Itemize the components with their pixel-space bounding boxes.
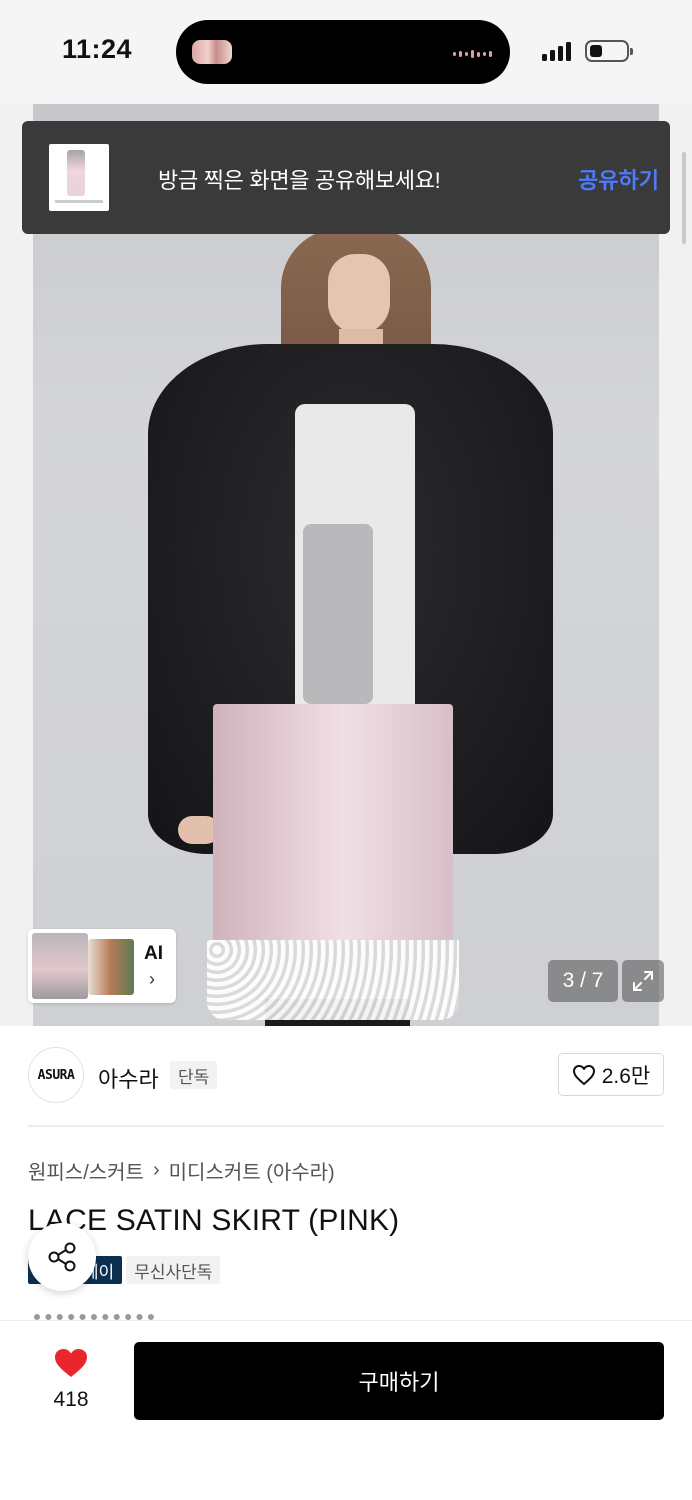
- wishlist-count: 418: [53, 1388, 89, 1411]
- toast-message: 방금 찍은 화면을 공유해보세요!: [158, 168, 441, 193]
- breadcrumb-subcategory[interactable]: 미디스커트 (아수라): [169, 1156, 335, 1185]
- heart-outline-icon: [572, 1064, 595, 1085]
- toast-share-button[interactable]: 공유하기: [578, 163, 659, 195]
- scrollbar[interactable]: [682, 152, 686, 244]
- expand-button[interactable]: [622, 960, 664, 1002]
- audio-wave-icon: [453, 50, 492, 58]
- ai-thumbnail-1: [32, 933, 88, 999]
- product-image-gallery[interactable]: AI › 3 / 7: [0, 104, 692, 1026]
- wishlist-button[interactable]: 418: [40, 1347, 102, 1412]
- image-counter: 3 / 7: [548, 960, 618, 1002]
- ai-label: AI: [144, 943, 163, 964]
- signal-icon: [542, 41, 571, 61]
- status-bar: 11:24: [0, 0, 692, 104]
- brand-row: ASURA 아수라 단독 2.6만: [0, 1026, 692, 1126]
- buy-button[interactable]: 구매하기: [134, 1342, 664, 1420]
- brand-logo[interactable]: ASURA: [28, 1047, 84, 1103]
- battery-icon: [585, 40, 633, 62]
- section-divider: [28, 1125, 664, 1127]
- heart-filled-icon: [55, 1349, 87, 1377]
- tag-musinsa-exclusive: 무신사단독: [126, 1256, 221, 1284]
- ai-thumbnail-2: [88, 939, 134, 995]
- brand-like-count: 2.6만: [601, 1064, 651, 1088]
- brand-name[interactable]: 아수라: [98, 1062, 159, 1094]
- breadcrumb: 원피스/스커트 › 미디스커트 (아수라): [28, 1156, 335, 1185]
- share-icon: [48, 1242, 76, 1272]
- status-time: 11:24: [62, 34, 133, 64]
- dynamic-island[interactable]: [176, 20, 510, 84]
- share-screenshot-toast: 방금 찍은 화면을 공유해보세요! 공유하기: [22, 121, 670, 234]
- exclusive-badge: 단독: [170, 1061, 218, 1089]
- brand-like-button[interactable]: 2.6만: [558, 1053, 664, 1096]
- product-photo: [33, 104, 659, 1026]
- expand-icon: [633, 971, 653, 991]
- bottom-purchase-bar: 418 구매하기: [0, 1320, 692, 1500]
- ai-recommendation-card[interactable]: AI ›: [28, 929, 176, 1003]
- breadcrumb-category[interactable]: 원피스/스커트: [28, 1156, 144, 1185]
- share-button[interactable]: [28, 1223, 96, 1291]
- chevron-right-icon: ›: [152, 1159, 160, 1181]
- now-playing-thumbnail: [192, 40, 232, 64]
- chevron-right-icon: ›: [149, 969, 155, 989]
- screenshot-thumbnail[interactable]: [49, 144, 109, 211]
